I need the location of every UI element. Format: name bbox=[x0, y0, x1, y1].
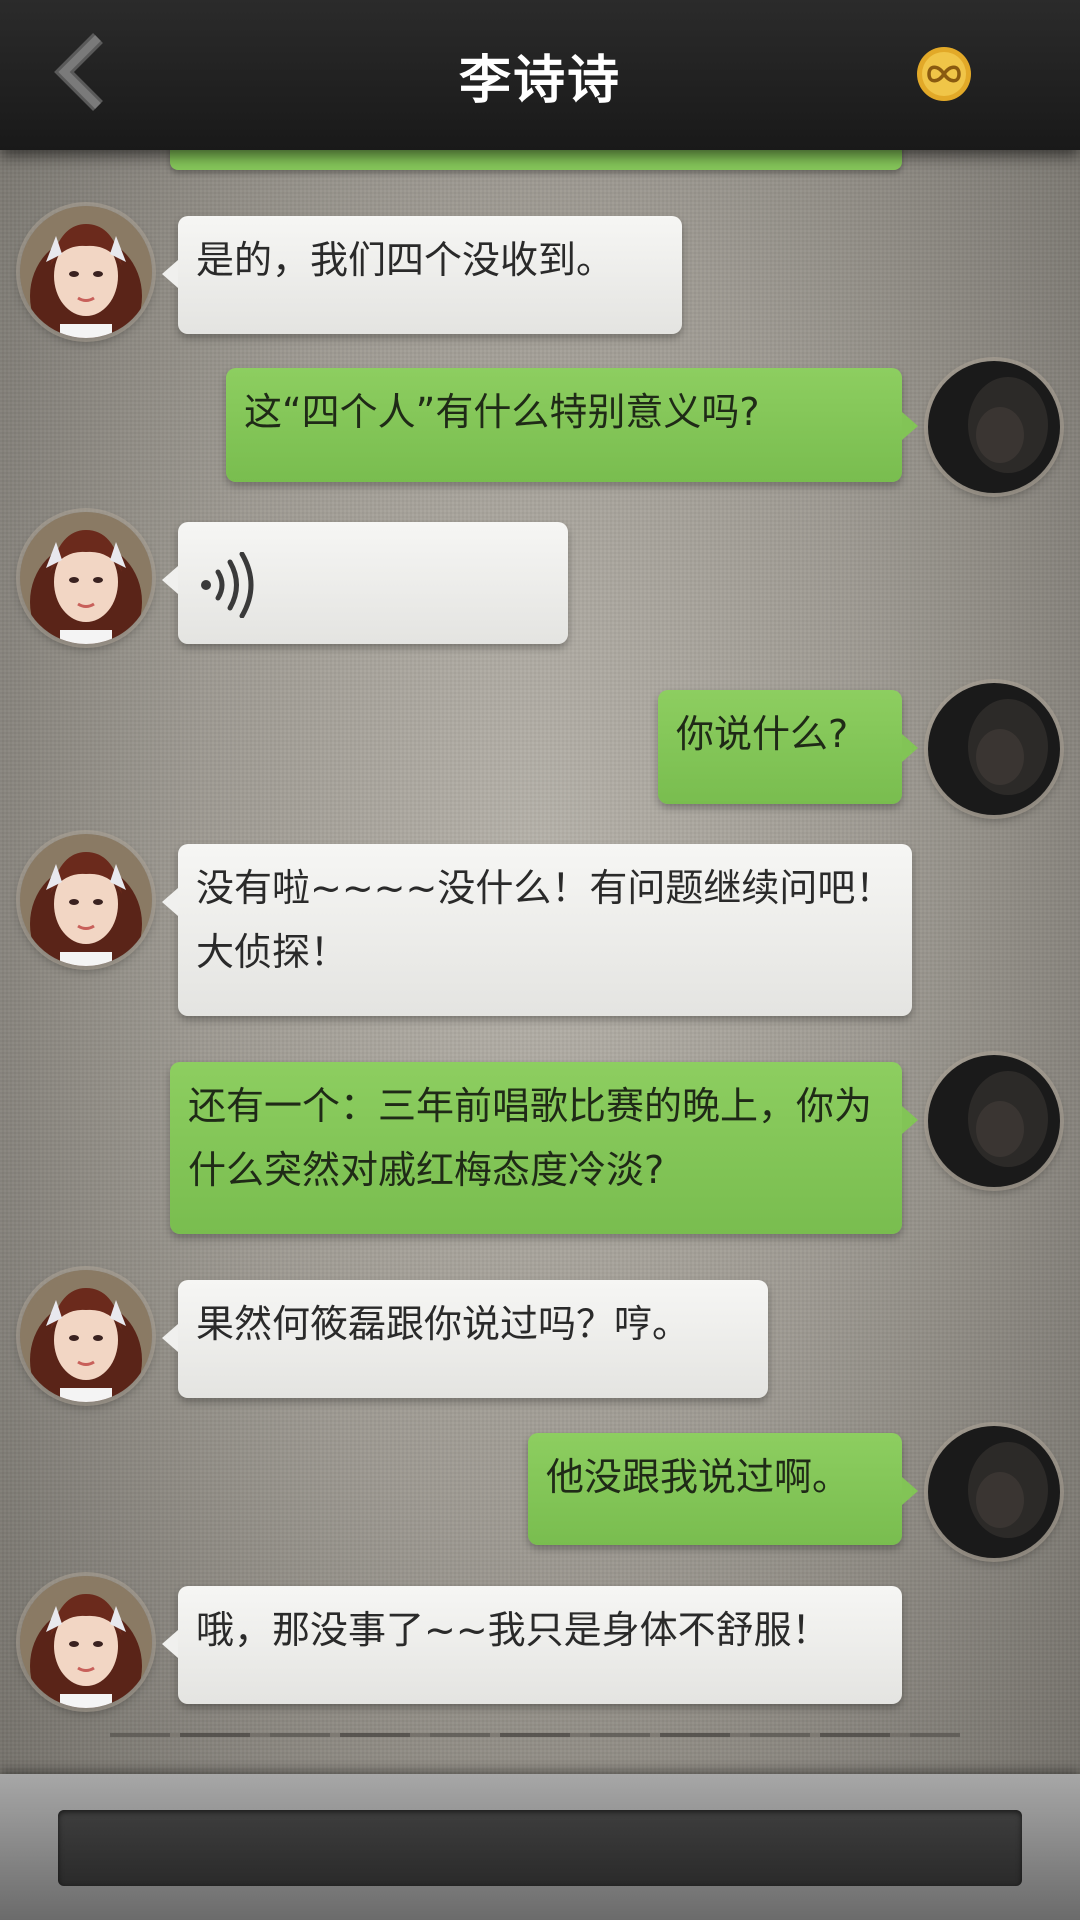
avatar-player[interactable] bbox=[928, 683, 1060, 815]
avatar-player[interactable] bbox=[928, 361, 1060, 493]
avatar-li-shishi[interactable] bbox=[20, 834, 152, 966]
chat-screen: 李诗诗 是的，我们四个没收到。 这“四个人”有什么特别意义吗? 你说什么? 没有… bbox=[0, 0, 1080, 1920]
voice-icon bbox=[201, 552, 254, 618]
message-text: 这“四个人”有什么特别意义吗? bbox=[244, 390, 760, 434]
message-text: 你说什么? bbox=[676, 712, 849, 756]
avatar-li-shishi[interactable] bbox=[20, 206, 152, 338]
bottom-bar bbox=[0, 1774, 1080, 1920]
avatar-li-shishi[interactable] bbox=[20, 512, 152, 644]
avatar-player[interactable] bbox=[928, 1055, 1060, 1187]
message-bubble[interactable]: 是的，我们四个没收到。 bbox=[162, 216, 682, 334]
message-bubble[interactable]: 哦，那没事了~~我只是身体不舒服！ bbox=[162, 1586, 902, 1704]
message-text: 是的，我们四个没收到。 bbox=[196, 238, 615, 282]
message-input[interactable] bbox=[58, 1810, 1022, 1886]
message-bubble[interactable]: 这“四个人”有什么特别意义吗? bbox=[226, 368, 918, 482]
avatar-li-shishi[interactable] bbox=[20, 1270, 152, 1402]
message-bubble[interactable]: 果然何筱磊跟你说过吗？哼。 bbox=[162, 1280, 768, 1398]
message-text: 没有啦~~~~没什么！有问题继续问吧！大侦探！ bbox=[196, 866, 894, 974]
message-bubble[interactable]: 没有啦~~~~没什么！有问题继续问吧！大侦探！ bbox=[162, 844, 912, 1016]
avatar-player[interactable] bbox=[928, 1426, 1060, 1558]
message-bubble[interactable]: 还有一个：三年前唱歌比赛的晚上，你为什么突然对戚红梅态度冷淡? bbox=[170, 1062, 918, 1234]
infinity-coin-icon bbox=[917, 47, 971, 101]
chat-header: 李诗诗 bbox=[0, 0, 1080, 150]
message-bubble[interactable]: 他没跟我说过啊。 bbox=[528, 1433, 918, 1545]
message-bubble[interactable]: 你说什么? bbox=[658, 690, 918, 804]
message-text: 果然何筱磊跟你说过吗？哼。 bbox=[196, 1302, 691, 1346]
voice-message-bubble[interactable] bbox=[162, 522, 568, 644]
coin-button[interactable] bbox=[914, 44, 974, 104]
message-text: 哦，那没事了~~我只是身体不舒服！ bbox=[196, 1608, 830, 1652]
avatar-li-shishi[interactable] bbox=[20, 1576, 152, 1708]
message-text: 他没跟我说过啊。 bbox=[546, 1455, 851, 1499]
message-text: 还有一个：三年前唱歌比赛的晚上，你为什么突然对戚红梅态度冷淡? bbox=[188, 1084, 873, 1192]
chat-divider bbox=[110, 1733, 960, 1737]
